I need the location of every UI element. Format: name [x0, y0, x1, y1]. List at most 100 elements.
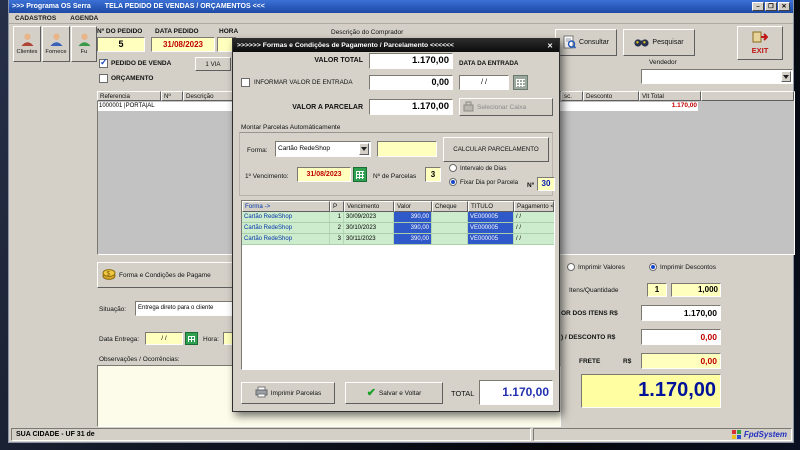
col-desconto[interactable]: Desconto: [583, 91, 639, 101]
num-parcelas-field[interactable]: 3: [425, 167, 441, 182]
exit-door-icon: [752, 31, 768, 45]
data-entrega-label: Data Entrega:: [99, 336, 139, 343]
valor-itens-label: OR DOS ITENS R$: [561, 310, 618, 317]
calendar-icon[interactable]: [353, 167, 367, 182]
menu-cadastros[interactable]: CADASTROS: [15, 15, 56, 22]
item-row-text[interactable]: 1000001 |PORTA|AL: [99, 103, 155, 109]
toolbar-label: Fu: [81, 49, 88, 55]
frete-label: FRETE: [579, 358, 600, 365]
minimize-icon[interactable]: –: [752, 2, 764, 11]
frete-field[interactable]: 0,00: [641, 353, 721, 369]
selecionar-caixa-button: Selecionar Caixa: [459, 98, 553, 116]
frete-currency-label: R$: [623, 358, 631, 365]
fixar-dia-radio[interactable]: Fixar Dia por Parcela: [449, 178, 518, 186]
statusbar-brand: FpdSystem: [533, 428, 792, 441]
close-icon[interactable]: ✕: [778, 2, 790, 11]
valor-parcelar-field: 1.170,00: [369, 99, 453, 115]
funcionarios-button[interactable]: Fu: [71, 26, 97, 62]
radio-icon: [567, 263, 575, 271]
col-sc[interactable]: sc.: [561, 91, 583, 101]
parcelas-grid[interactable]: Forma -> P Vencimento Valor Cheque TITUL…: [241, 200, 555, 370]
person-icon: [20, 33, 35, 48]
main-titlebar[interactable]: >>> Programa OS Serra TELA PEDIDO DE VEN…: [9, 0, 793, 13]
comprador-label: Descrição do Comprador: [331, 29, 403, 36]
valor-total-label: VALOR TOTAL: [239, 57, 363, 64]
col-numero[interactable]: Nº: [161, 91, 183, 101]
total-label: TOTAL: [451, 389, 474, 398]
forma-label: Forma:: [247, 147, 268, 154]
pedido-label: Nº DO PEDIDO: [97, 28, 142, 35]
radio-icon: [449, 164, 457, 172]
pedido-venda-checkbox[interactable]: PEDIDO DE VENDA: [99, 59, 171, 68]
imprimir-parcelas-button[interactable]: Imprimir Parcelas: [241, 382, 335, 404]
statusbar-location: SUA CIDADE - UF 31 de: [11, 428, 531, 441]
maximize-icon[interactable]: ❐: [765, 2, 777, 11]
numero-dia-field[interactable]: 30: [537, 177, 555, 191]
pesquisar-button[interactable]: Pesquisar: [623, 29, 695, 56]
col-p[interactable]: P: [330, 201, 344, 212]
exit-label: EXIT: [752, 46, 769, 55]
entrada-valor-field[interactable]: 0,00: [369, 75, 453, 90]
chevron-down-icon[interactable]: [781, 71, 791, 82]
clientes-button[interactable]: Clientes: [13, 26, 41, 62]
forma-extra-field[interactable]: [377, 141, 437, 157]
orcamento-checkbox[interactable]: ORÇAMENTO: [99, 74, 154, 83]
screen-title: TELA PEDIDO DE VENDAS / ORÇAMENTOS <<<: [105, 3, 265, 10]
itens-quantidade-label: Itens/Quantidade: [569, 287, 619, 294]
num-parcelas-label: Nº de Parcelas: [373, 173, 416, 180]
data-entrada-field[interactable]: / /: [459, 75, 509, 90]
hora-entrega-label: Hora:: [203, 336, 219, 343]
table-row[interactable]: Cartão RedeShop 2 30/10/2023 390,00 VE00…: [242, 223, 554, 234]
imprimir-valores-radio[interactable]: Imprimir Valores: [567, 263, 625, 271]
situacao-combo[interactable]: Entrega direto para o cliente: [135, 301, 241, 316]
radio-selected-icon: [449, 178, 457, 186]
calendar-icon[interactable]: [185, 332, 198, 345]
dialog-titlebar[interactable]: >>>>>> Formas e Condições de Pagamento /…: [233, 39, 559, 52]
intervalo-dias-radio[interactable]: Intervalo de Dias: [449, 164, 506, 172]
person-icon: [49, 33, 64, 48]
calcular-parcelamento-button[interactable]: CALCULAR PARCELAMENTO: [443, 137, 549, 162]
vencimento-field[interactable]: 31/08/2023: [297, 167, 351, 182]
checkbox-empty-icon: [241, 78, 250, 87]
pedido-field[interactable]: 5: [97, 37, 145, 52]
itens-field[interactable]: 1: [647, 283, 667, 297]
exit-button[interactable]: EXIT: [737, 26, 783, 60]
menu-agenda[interactable]: AGENDA: [70, 15, 98, 22]
montar-parcelas-label: Montar Parcelas Automáticamente: [241, 124, 340, 131]
col-titulo[interactable]: TITULO: [468, 201, 514, 212]
forma-combo[interactable]: Cartão RedeShop: [275, 141, 371, 157]
col-filler: [701, 91, 794, 101]
person-icon: [77, 33, 92, 48]
col-cheque[interactable]: Cheque: [432, 201, 468, 212]
app-title: >>> Programa OS Serra: [12, 3, 91, 10]
via1-button[interactable]: 1 VIA: [195, 57, 231, 71]
data-pedido-field[interactable]: 31/08/2023: [151, 37, 215, 52]
dialog-close-icon[interactable]: ✕: [545, 42, 555, 50]
table-row[interactable]: Cartão RedeShop 3 30/11/2023 390,00 VE00…: [242, 234, 554, 245]
printer-icon: [255, 386, 268, 400]
forma-condicoes-button[interactable]: $ Forma e Condições de Pagame: [97, 262, 239, 288]
table-row[interactable]: Cartão RedeShop 1 30/09/2023 390,00 VE00…: [242, 212, 554, 223]
vendedor-label: Vendedor: [649, 59, 677, 66]
imprimir-descontos-radio[interactable]: Imprimir Descontos: [649, 263, 716, 271]
fornecedores-button[interactable]: Fornece: [42, 26, 70, 62]
salvar-voltar-button[interactable]: ✔ Salvar e Voltar: [345, 382, 443, 404]
data-entrega-field[interactable]: / /: [145, 332, 183, 345]
toolbar-label: Clientes: [17, 49, 38, 55]
item-row-total[interactable]: 1.170,00: [639, 102, 697, 109]
valor-itens-field[interactable]: 1.170,00: [641, 305, 721, 321]
col-referencia[interactable]: Referencia: [97, 91, 161, 101]
col-forma[interactable]: Forma ->: [242, 201, 330, 212]
cash-register-icon: [463, 101, 474, 114]
situacao-label: Situação:: [99, 306, 126, 313]
consultar-button[interactable]: Consultar: [555, 29, 617, 56]
col-valor[interactable]: Valor: [394, 201, 432, 212]
quantidade-field[interactable]: 1,000: [671, 283, 721, 297]
informar-entrada-checkbox[interactable]: INFORMAR VALOR DE ENTRADA: [241, 78, 353, 87]
col-vlt-total[interactable]: Vlt Total: [639, 91, 701, 101]
vendedor-combo[interactable]: [641, 69, 793, 84]
desconto-field[interactable]: 0,00: [641, 329, 721, 345]
chevron-down-icon[interactable]: [359, 143, 369, 155]
col-vencimento[interactable]: Vencimento: [344, 201, 394, 212]
col-pagamento[interactable]: Pagamento <: [514, 201, 554, 212]
